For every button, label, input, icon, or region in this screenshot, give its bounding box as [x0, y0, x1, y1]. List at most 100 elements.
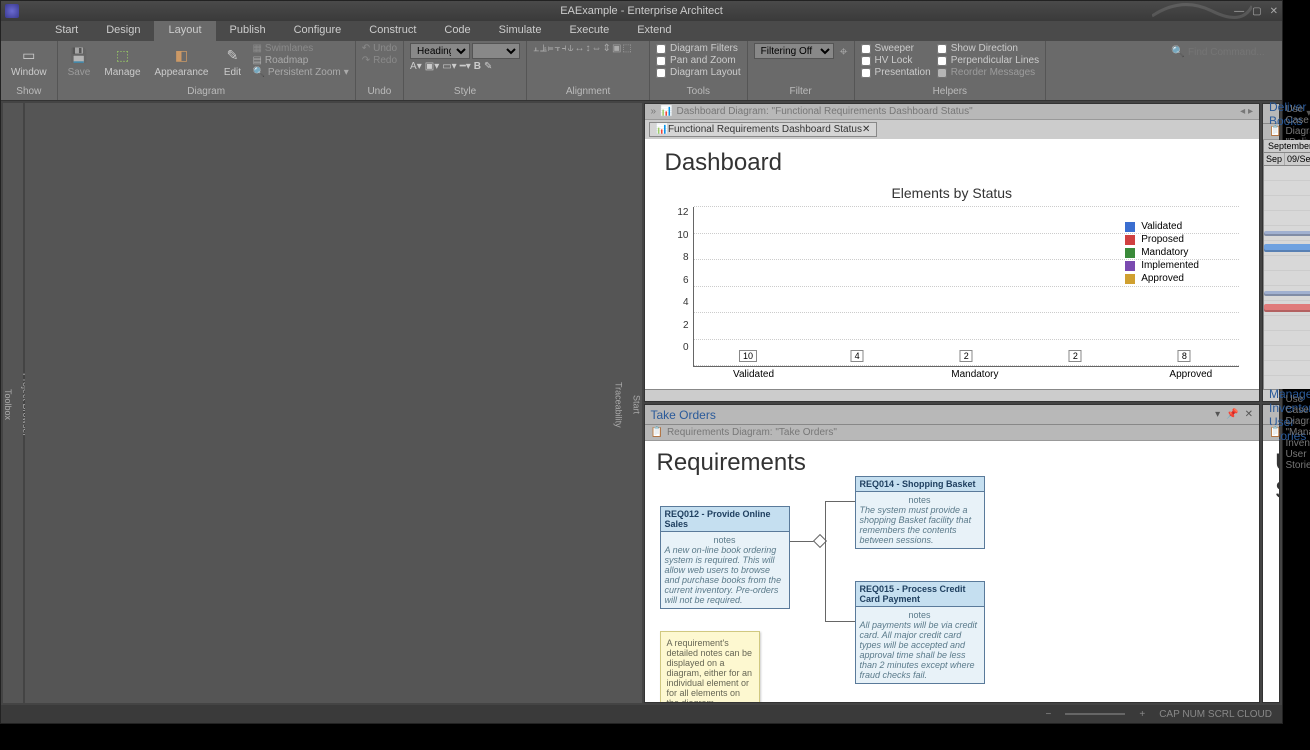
- style-heading-combo[interactable]: Heading: [410, 43, 470, 59]
- find-command-input[interactable]: [1188, 47, 1278, 58]
- style-font-combo[interactable]: [472, 43, 520, 59]
- same-size-icon[interactable]: ▣: [612, 43, 621, 54]
- diagram-layout-check[interactable]: Diagram Layout: [656, 67, 741, 78]
- align-right-icon[interactable]: ⫢: [548, 43, 554, 54]
- align-top-icon[interactable]: ⫟: [555, 43, 561, 54]
- sidebar-tab[interactable]: Toolbox: [3, 107, 13, 703]
- subpath-icon: 📋: [1269, 126, 1281, 137]
- tab-simulate[interactable]: Simulate: [485, 21, 556, 41]
- group-undo: Undo: [362, 86, 397, 100]
- perpendicular-check[interactable]: Perpendicular Lines: [937, 55, 1039, 66]
- legend-item: Mandatory: [1125, 247, 1199, 258]
- align-left-icon[interactable]: ⫠: [533, 43, 539, 54]
- legend-item: Proposed: [1125, 234, 1199, 245]
- right-sidebar-strip[interactable]: Start Traceability: [25, 103, 642, 703]
- req015-element[interactable]: REQ015 - Process Credit Card Payment not…: [855, 581, 985, 684]
- diagram-filters-check[interactable]: Diagram Filters: [656, 43, 741, 54]
- panel-dashboard: » 📊 Dashboard Diagram: "Functional Requi…: [644, 103, 1261, 402]
- chart-title: Elements by Status: [665, 185, 1240, 201]
- fill-color-icon[interactable]: ▣▾: [425, 61, 439, 72]
- hvlock-check[interactable]: HV Lock: [861, 55, 931, 66]
- copy-style-icon[interactable]: ✎: [484, 61, 492, 72]
- tab-extend[interactable]: Extend: [623, 21, 685, 41]
- zoom-out-icon[interactable]: −: [1046, 709, 1052, 720]
- panel-menu-icon[interactable]: ◂ ▸: [1240, 106, 1253, 117]
- panel-pin-icon[interactable]: 📌: [1226, 409, 1238, 420]
- panel-user-stories: Manage Inventory User Stories ▾📌✕ 📋Use C…: [1262, 404, 1280, 703]
- group-alignment: Alignment: [533, 86, 643, 100]
- panel-deliver-books: Deliver Books ▾ 📌 ✕ 📋Use Case Diagram: "…: [1262, 103, 1280, 402]
- space-h-icon[interactable]: ⇔: [592, 43, 602, 54]
- left-sidebar-strip[interactable]: ToolboxProject BrowserResources: [3, 103, 23, 703]
- app-title: EAExample - Enterprise Architect: [560, 5, 723, 17]
- appearance-button[interactable]: ◧Appearance: [151, 43, 213, 80]
- sidebar-tab[interactable]: Start: [632, 107, 642, 703]
- breadcrumb-text: Dashboard Diagram: "Functional Requireme…: [677, 106, 973, 117]
- app-logo: [5, 4, 19, 18]
- req014-element[interactable]: REQ014 - Shopping Basket notesThe system…: [855, 476, 985, 549]
- reorder-check[interactable]: Reorder Messages: [937, 67, 1039, 78]
- group-filter: Filter: [754, 86, 848, 100]
- breadcrumb-chevron-icon[interactable]: »: [651, 106, 657, 117]
- subpath-icon: 📋: [651, 427, 663, 438]
- tab-execute[interactable]: Execute: [555, 21, 623, 41]
- presentation-check[interactable]: Presentation: [861, 67, 931, 78]
- sticky-note[interactable]: A requirement's detailed notes can be di…: [660, 631, 760, 702]
- persistent-zoom-button[interactable]: 🔍 Persistent Zoom ▾: [252, 67, 348, 78]
- roadmap-button[interactable]: ▤ Roadmap: [252, 55, 348, 66]
- statusbar: − + CAP NUM SCRL CLOUD: [1, 705, 1282, 723]
- undo-button[interactable]: ↶ Undo: [362, 43, 397, 54]
- scrollbar[interactable]: [645, 389, 1260, 401]
- sweeper-check[interactable]: Sweeper: [861, 43, 931, 54]
- manage-button[interactable]: ⬚Manage: [100, 43, 144, 80]
- diagram-tab[interactable]: 📊 Functional Requirements Dashboard Stat…: [649, 122, 878, 137]
- tab-start[interactable]: Start: [41, 21, 92, 41]
- zoom-in-icon[interactable]: +: [1139, 709, 1145, 720]
- user-story-heading: User Story: [1263, 441, 1279, 513]
- filter-combo[interactable]: Filtering Off: [754, 43, 834, 59]
- space-v-icon[interactable]: ⇕: [603, 43, 611, 54]
- dashboard-heading: Dashboard: [665, 149, 1240, 177]
- redo-button[interactable]: ↷ Redo: [362, 55, 397, 66]
- subpath-icon: 📋: [1269, 427, 1281, 438]
- align-middle-icon[interactable]: ⫞: [562, 43, 567, 54]
- panel-title: Take Orders: [651, 408, 716, 422]
- edit-button[interactable]: ✎Edit: [218, 43, 246, 80]
- tab-layout[interactable]: Layout: [154, 21, 215, 41]
- titlebar: EAExample - Enterprise Architect — ▢ ✕: [1, 1, 1282, 21]
- swimlanes-button[interactable]: ▦ Swimlanes: [252, 43, 348, 54]
- sidebar-tab[interactable]: Traceability: [614, 107, 624, 703]
- pan-zoom-check[interactable]: Pan and Zoom: [656, 55, 741, 66]
- tab-publish[interactable]: Publish: [216, 21, 280, 41]
- group-show: Show: [7, 86, 51, 100]
- tab-design[interactable]: Design: [92, 21, 154, 41]
- align-center-icon[interactable]: ⫡: [540, 43, 547, 54]
- same-height-icon[interactable]: ↕: [586, 43, 591, 54]
- line-style-icon[interactable]: ━▾: [460, 61, 471, 72]
- same-width-icon[interactable]: ↔: [575, 43, 585, 54]
- tab-construct[interactable]: Construct: [355, 21, 430, 41]
- group-tools: Tools: [656, 86, 741, 100]
- save-button[interactable]: 💾Save: [64, 43, 95, 80]
- close-icon[interactable]: ✕: [1270, 6, 1278, 17]
- ribbon-tabs: StartDesignLayoutPublishConfigureConstru…: [1, 21, 1282, 41]
- group-icon[interactable]: ⬚: [622, 43, 631, 54]
- font-color-icon[interactable]: A▾: [410, 61, 422, 72]
- show-direction-check[interactable]: Show Direction: [937, 43, 1039, 54]
- tab-configure[interactable]: Configure: [280, 21, 356, 41]
- align-bottom-icon[interactable]: ⫝: [568, 43, 574, 54]
- legend-item: Validated: [1125, 221, 1199, 232]
- gantt-month: September 2016: [1264, 140, 1310, 153]
- tab-code[interactable]: Code: [430, 21, 484, 41]
- req012-element[interactable]: REQ012 - Provide Online Sales notesA new…: [660, 506, 790, 609]
- line-color-icon[interactable]: ▭▾: [442, 61, 456, 72]
- window-button[interactable]: ▭Window: [7, 43, 51, 80]
- breadcrumb-icon: 📊: [660, 106, 672, 117]
- bold-icon[interactable]: B: [474, 61, 481, 72]
- ribbon: ▭Window Show 💾Save ⬚Manage ◧Appearance ✎…: [1, 41, 1282, 101]
- panel-close-icon[interactable]: ✕: [1245, 409, 1253, 420]
- group-diagram: Diagram: [64, 86, 349, 100]
- panel-dropdown-icon[interactable]: ▾: [1215, 409, 1220, 420]
- maximize-icon[interactable]: ▢: [1252, 6, 1261, 17]
- filter-funnel-icon[interactable]: ⌖: [840, 43, 848, 60]
